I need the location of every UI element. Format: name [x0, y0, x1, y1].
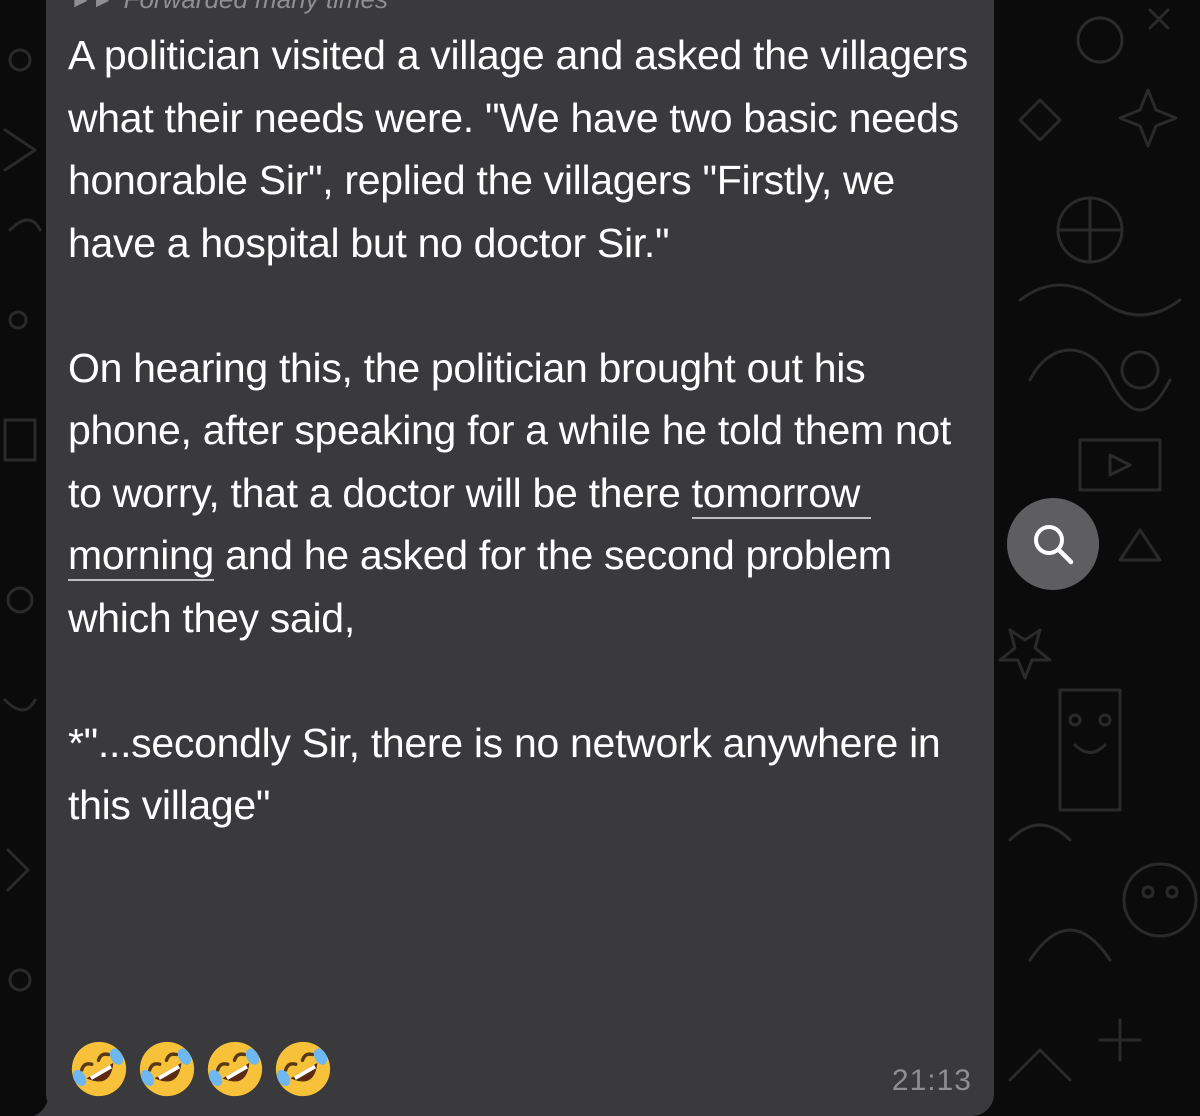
search-icon [1034, 525, 1074, 565]
rolling-on-floor-laughing-emoji [275, 1041, 331, 1097]
forwarded-label: Forwarded many times [124, 0, 388, 15]
emoji-row [68, 1038, 334, 1100]
bubble-tail [34, 1076, 68, 1116]
message-paragraph-1: A politician visited a village and asked… [68, 32, 980, 266]
forward-icon: ►► [70, 0, 114, 13]
message-paragraph-3: *"...secondly Sir, there is no network a… [68, 719, 952, 829]
search-button[interactable] [1007, 498, 1099, 590]
rolling-on-floor-laughing-emoji [139, 1041, 195, 1097]
rolling-on-floor-laughing-emoji [207, 1041, 263, 1097]
forwarded-header: ►► Forwarded many times [70, 0, 388, 15]
message-timestamp: 21:13 [891, 1064, 972, 1097]
rolling-on-floor-laughing-emoji [71, 1041, 127, 1097]
message-text: A politician visited a village and asked… [68, 24, 968, 837]
